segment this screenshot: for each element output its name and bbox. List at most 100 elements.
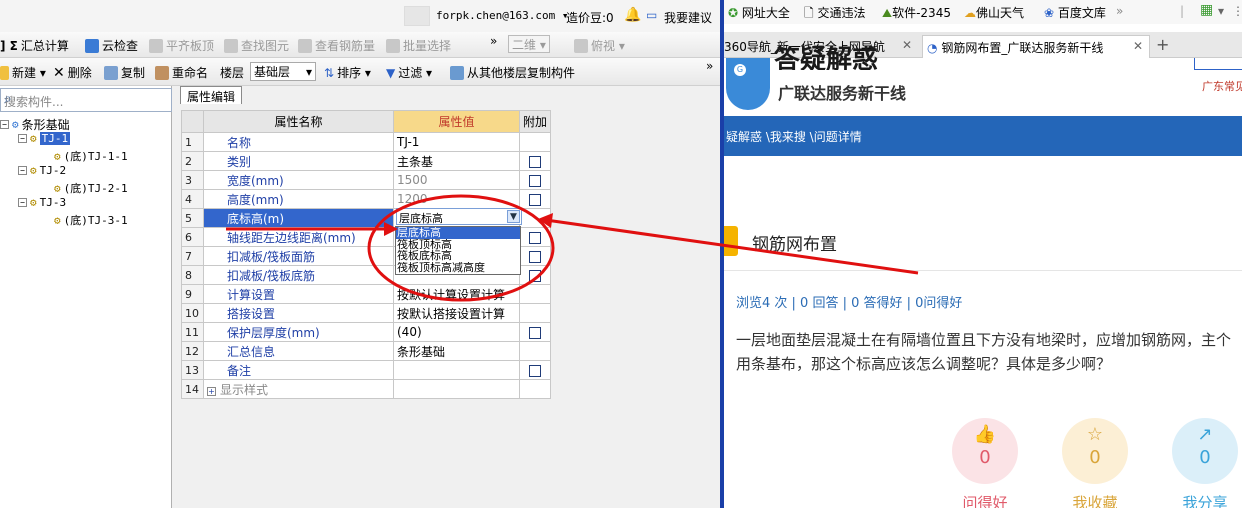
collapse-icon[interactable]: − bbox=[0, 120, 9, 129]
extra-checkbox[interactable] bbox=[529, 155, 541, 168]
delete-button[interactable]: ✕ 删除 bbox=[53, 64, 92, 81]
cloud-check-button[interactable]: 云检查 bbox=[85, 37, 138, 54]
bookmark-item[interactable]: ✪ 网址大全 bbox=[728, 4, 790, 21]
align-top-button[interactable]: 平齐板顶 bbox=[149, 37, 214, 54]
sort-button[interactable]: ⇅ 排序 ▾ bbox=[324, 64, 371, 81]
property-value-cell[interactable]: 条形基础 bbox=[393, 341, 520, 361]
table-row[interactable]: 3 宽度(mm) 1500 bbox=[181, 170, 552, 190]
copy-from-floor-button[interactable]: 从其他楼层复制构件 bbox=[450, 64, 575, 81]
tree-node-tj2-1[interactable]: ⚙ (底)TJ-2-1 bbox=[54, 180, 128, 196]
extra-checkbox[interactable] bbox=[529, 364, 541, 377]
bookmark-item[interactable]: ☁佛山天气 bbox=[964, 4, 1024, 21]
table-row[interactable]: 4 高度(mm) 1200 bbox=[181, 189, 552, 209]
floor-select[interactable]: 基础层 ▾ bbox=[250, 62, 316, 81]
tree-node-tj1[interactable]: − ⚙ TJ-1 bbox=[18, 132, 71, 145]
account-email[interactable]: forpk.chen@163.com ▾ bbox=[436, 9, 568, 22]
extra-cell bbox=[518, 341, 552, 361]
table-row[interactable]: 10 搭接设置 按默认搭接设置计算 bbox=[181, 303, 552, 323]
bookmark-item[interactable]: 🗋 交通违法 bbox=[804, 4, 866, 25]
property-value-cell[interactable]: 1200 bbox=[393, 189, 520, 209]
extra-checkbox[interactable] bbox=[529, 269, 541, 282]
new-button[interactable]: 新建 ▾ bbox=[0, 64, 46, 81]
view-rebar-button[interactable]: 查看钢筋量 bbox=[298, 37, 375, 54]
property-name: 扣减板/筏板底筋 bbox=[227, 268, 316, 283]
dropdown-option[interactable]: 层底标高 bbox=[396, 227, 520, 239]
filter-button[interactable]: ▼ 过滤 ▾ bbox=[386, 64, 432, 81]
search-input[interactable]: 搜索构件... ⌕ bbox=[0, 88, 172, 112]
rename-button[interactable]: 重命名 bbox=[155, 64, 208, 81]
batch-select-button[interactable]: 批量选择 bbox=[386, 37, 451, 54]
property-value-cell[interactable]: 主条基 bbox=[393, 151, 520, 171]
tree-node-strip-foundation[interactable]: − ⚙ 条形基础 bbox=[0, 116, 70, 133]
bookmark-item[interactable]: ⛰软件-2345 bbox=[882, 4, 951, 21]
collapse-icon[interactable]: − bbox=[18, 134, 27, 143]
find-element-button[interactable]: 查找图元 bbox=[224, 37, 289, 54]
table-row[interactable]: 12 汇总信息 条形基础 bbox=[181, 341, 552, 361]
table-row[interactable]: 9 计算设置 按默认计算设置计算 bbox=[181, 284, 552, 304]
property-value-cell[interactable] bbox=[393, 360, 520, 380]
gear-icon: ⚙ bbox=[54, 181, 61, 195]
property-value-cell[interactable]: 1500 bbox=[393, 170, 520, 190]
tree-node-tj3[interactable]: − ⚙ TJ-3 bbox=[18, 196, 66, 209]
chevron-down-icon[interactable]: ▾ bbox=[1218, 4, 1224, 18]
favorite-button[interactable]: ☆ 0 bbox=[1062, 418, 1128, 484]
feedback-icon[interactable]: ▭ bbox=[646, 8, 657, 22]
collapse-icon[interactable]: − bbox=[18, 198, 27, 207]
bottom-elevation-select[interactable]: 层底标高 ▼ bbox=[396, 208, 522, 225]
bookmarks-overflow[interactable]: » bbox=[1116, 4, 1123, 18]
avatar[interactable] bbox=[404, 6, 430, 26]
property-value-cell[interactable]: TJ-1 bbox=[393, 132, 520, 152]
extra-cell bbox=[518, 170, 552, 190]
property-name-cell: 高度(mm) bbox=[203, 189, 394, 209]
property-value-cell[interactable] bbox=[393, 379, 520, 399]
dropdown-option[interactable]: 筏板顶标高减高度 bbox=[396, 262, 520, 274]
expand-icon[interactable]: + bbox=[207, 386, 216, 396]
view-2d-select[interactable]: 二维 ▾ bbox=[508, 35, 550, 53]
toolbar-overflow-chevron[interactable]: » bbox=[490, 34, 497, 48]
extra-checkbox[interactable] bbox=[529, 326, 541, 339]
tab-property-edit[interactable]: 属性编辑 bbox=[180, 86, 243, 104]
property-value-cell[interactable]: 按默认搭接设置计算 bbox=[393, 303, 520, 323]
menu-icon[interactable]: ⋮ bbox=[1232, 4, 1242, 18]
property-value-cell[interactable]: 按默认计算设置计算 bbox=[393, 284, 520, 304]
chevron-down-icon[interactable]: ▼ bbox=[507, 210, 520, 223]
region-label[interactable]: 广东常见 bbox=[1202, 78, 1242, 94]
share-button[interactable]: ↗ 0 bbox=[1172, 418, 1238, 484]
extra-checkbox[interactable] bbox=[529, 231, 541, 244]
breadcrumb[interactable]: 疑解惑 \我来搜 \问题详情 bbox=[724, 116, 1242, 156]
collapse-icon[interactable]: − bbox=[18, 166, 27, 175]
extra-checkbox[interactable] bbox=[529, 250, 541, 263]
like-button[interactable]: 👍 0 bbox=[952, 418, 1018, 484]
summary-calc-button[interactable]: ] Σ 汇总计算 bbox=[0, 37, 69, 54]
bookmark-item[interactable]: ❀ 百度文库 bbox=[1044, 4, 1106, 21]
question-icon bbox=[724, 226, 738, 256]
search-icon[interactable]: ⌕ bbox=[4, 91, 22, 109]
feedback-link[interactable]: 我要建议 bbox=[664, 9, 712, 26]
new-tab-button[interactable]: + bbox=[1152, 32, 1173, 55]
copy-icon bbox=[104, 65, 118, 80]
tree-node-tj3-1[interactable]: ⚙ (底)TJ-3-1 bbox=[54, 212, 128, 228]
apps-icon[interactable]: ▦ bbox=[1200, 2, 1213, 18]
close-icon[interactable]: ✕ bbox=[1133, 39, 1143, 53]
tree-node-tj1-1[interactable]: ⚙ (底)TJ-1-1 bbox=[54, 148, 128, 164]
close-icon[interactable]: ✕ bbox=[902, 38, 912, 52]
table-row[interactable]: 11 保护层厚度(mm) (40) bbox=[181, 322, 552, 342]
extra-checkbox[interactable] bbox=[529, 174, 541, 187]
foundation-icon: ⚙ bbox=[12, 118, 19, 131]
property-value-cell[interactable]: (40) bbox=[393, 322, 520, 342]
table-row[interactable]: 13 备注 bbox=[181, 360, 552, 380]
top-view-select[interactable]: 俯视 ▾ bbox=[574, 37, 625, 54]
table-row[interactable]: 14 + 显示样式 bbox=[181, 379, 552, 399]
bell-icon[interactable]: 🔔 bbox=[624, 7, 641, 23]
toolbar2-overflow-chevron[interactable]: » bbox=[706, 59, 713, 73]
corner-cell bbox=[181, 110, 204, 133]
tree-node-tj2[interactable]: − ⚙ TJ-2 bbox=[18, 164, 66, 177]
dropdown-option[interactable]: 筏板顶标高 bbox=[396, 239, 520, 251]
table-row[interactable]: 1 名称 TJ-1 bbox=[181, 132, 552, 152]
dropdown-option[interactable]: 筏板底标高 bbox=[396, 250, 520, 262]
property-name-cell: 备注 bbox=[203, 360, 394, 380]
copy-button[interactable]: 复制 bbox=[104, 64, 145, 81]
table-row[interactable]: 2 类别 主条基 bbox=[181, 151, 552, 171]
extra-checkbox[interactable] bbox=[529, 193, 541, 206]
tab-glodon-question[interactable]: ◔ 钢筋网布置_广联达服务新干线 ✕ bbox=[922, 35, 1150, 58]
